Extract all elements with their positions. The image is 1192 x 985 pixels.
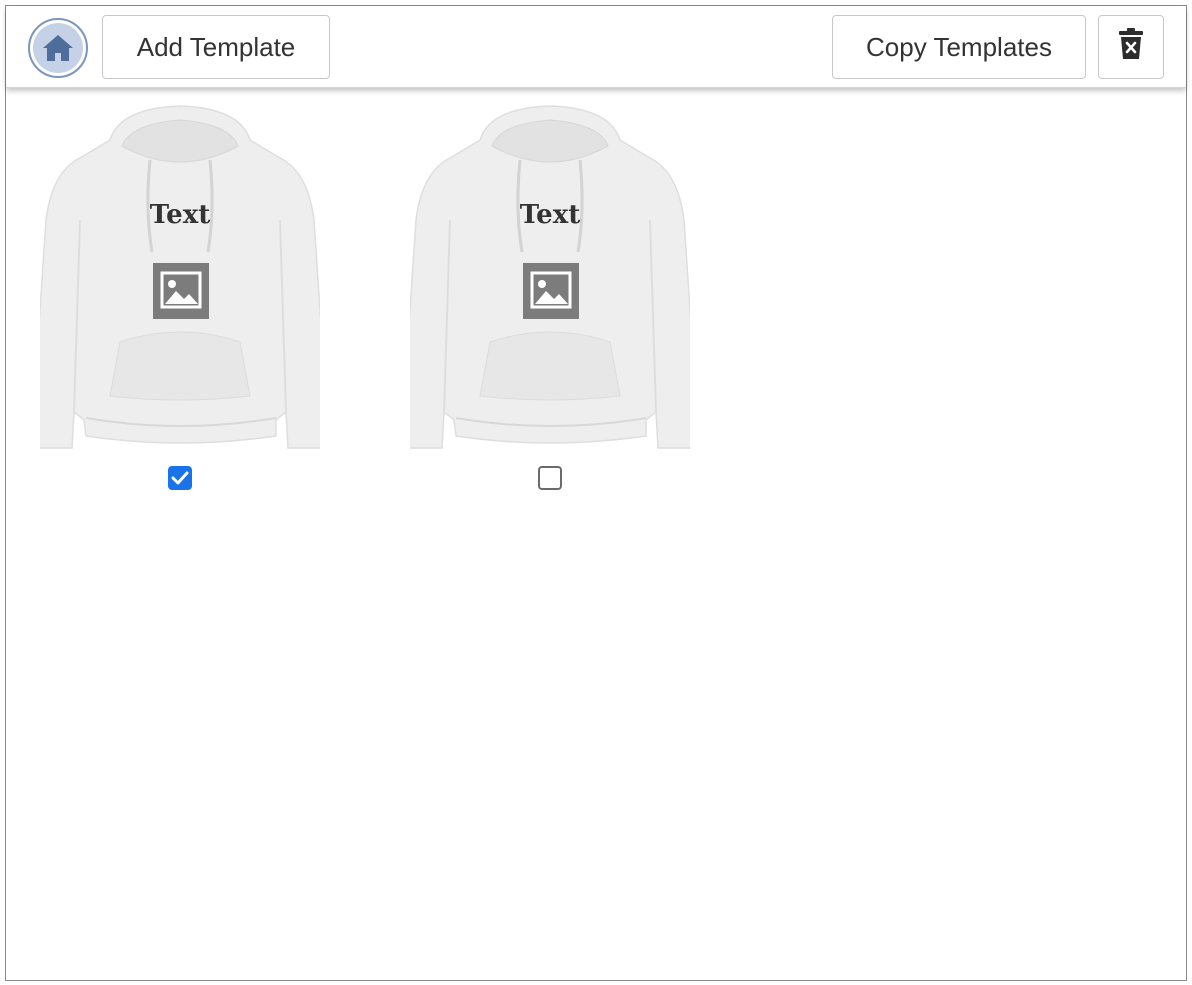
delete-button[interactable] (1098, 15, 1164, 79)
image-icon (523, 263, 579, 319)
copy-templates-button[interactable]: Copy Templates (832, 15, 1086, 79)
home-button[interactable] (28, 18, 88, 78)
template-card[interactable]: Text (410, 100, 690, 500)
template-text-label: Text (149, 200, 211, 230)
image-icon (153, 263, 209, 319)
add-template-button[interactable]: Add Template (102, 15, 330, 79)
trash-icon (1118, 27, 1144, 67)
check-icon (171, 471, 189, 485)
template-select-checkbox[interactable] (168, 466, 192, 490)
template-panel: Add Template Copy Templates Text Text (5, 5, 1187, 981)
template-card[interactable]: Text (40, 100, 320, 500)
template-select-checkbox[interactable] (538, 466, 562, 490)
add-template-label: Add Template (136, 31, 296, 62)
home-icon (33, 23, 83, 73)
copy-templates-label: Copy Templates (866, 31, 1052, 62)
template-text-label: Text (519, 200, 581, 230)
toolbar: Add Template Copy Templates (6, 6, 1186, 88)
